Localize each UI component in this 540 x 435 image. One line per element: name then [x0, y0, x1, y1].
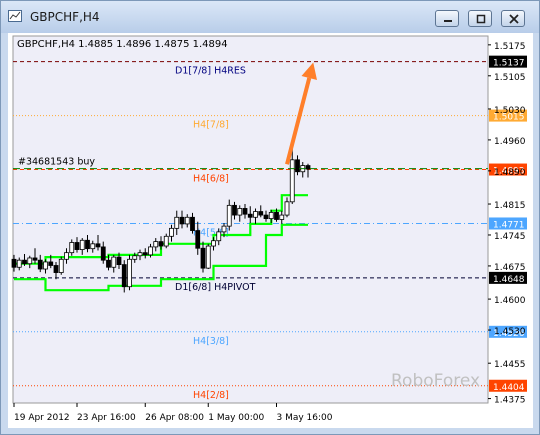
- candle-body: [247, 213, 253, 218]
- candle-body: [137, 252, 143, 257]
- candle-body: [100, 246, 106, 261]
- candle-body: [90, 243, 96, 250]
- candle-body: [111, 256, 117, 268]
- candle-body: [64, 252, 69, 260]
- candle-body: [237, 208, 243, 216]
- candle-body: [74, 242, 80, 250]
- candle-body: [158, 241, 164, 247]
- restore-button[interactable]: [468, 10, 492, 27]
- candle-body: [169, 227, 174, 237]
- x-tick-label: 23 Apr 16:00: [77, 413, 136, 423]
- candle-body: [205, 245, 211, 269]
- y-tick-label: 1.4745: [494, 232, 526, 242]
- candle-body: [184, 216, 190, 225]
- symbol-ohlc-header: GBPCHF,H4 1.4885 1.4896 1.4875 1.4894: [17, 39, 228, 50]
- candle-body: [132, 255, 138, 260]
- candle-body: [284, 201, 290, 216]
- candle-body: [190, 216, 195, 231]
- candle-body: [263, 214, 269, 220]
- level-label: H4[3/8]: [193, 336, 229, 347]
- candle-body: [121, 264, 127, 288]
- candle-body: [216, 231, 222, 242]
- candle-body: [11, 258, 17, 268]
- candle-body: [268, 212, 274, 220]
- candle-body: [53, 265, 59, 273]
- candle-body: [153, 241, 159, 248]
- close-button[interactable]: [501, 10, 525, 27]
- candle-body: [27, 257, 33, 265]
- candle-body: [22, 259, 27, 265]
- order-label: #34681543 buy: [18, 157, 95, 168]
- y-tick-label: 1.5175: [494, 42, 526, 52]
- roboforex-watermark: RoboForex: [391, 371, 480, 391]
- x-tick-label: 3 May 16:00: [277, 413, 333, 423]
- y-tick-label: 1.4375: [494, 396, 526, 406]
- y-tick-label: 1.4890: [494, 168, 526, 178]
- candle-body: [142, 252, 148, 256]
- candle-body: [200, 247, 206, 269]
- candle-body: [242, 208, 248, 215]
- candle-body: [274, 212, 279, 220]
- price-chart[interactable]: D1[7/8] H4RES1.5137H4[7/8]1.5015H4[6/8]1…: [8, 33, 533, 428]
- window-title: GBPCHF,H4: [30, 10, 100, 24]
- price-badge-label: 1.4404: [493, 383, 525, 393]
- candle-body: [106, 259, 111, 268]
- y-tick-label: 1.5030: [494, 106, 526, 116]
- candle-body: [279, 214, 285, 220]
- y-tick-label: 1.4675: [494, 263, 526, 273]
- candle-body: [48, 261, 54, 266]
- x-tick-label: 19 Apr 2012: [14, 413, 70, 423]
- candle-body: [295, 159, 300, 173]
- y-tick-label: 1.4455: [494, 360, 526, 370]
- candle-body: [232, 204, 237, 216]
- level-label: D1[6/8] H4PIVOT: [175, 282, 256, 293]
- candle-body: [148, 246, 153, 256]
- restore-icon: [476, 14, 486, 24]
- candle-body: [95, 243, 101, 248]
- minimize-button[interactable]: [435, 10, 459, 27]
- title-bar[interactable]: GBPCHF,H4: [1, 1, 539, 33]
- candle-body: [79, 239, 85, 250]
- candle-body: [85, 239, 90, 250]
- candle-body: [179, 216, 185, 225]
- y-tick-label: 1.4530: [494, 327, 526, 337]
- price-badge-label: 1.5137: [493, 59, 525, 69]
- candle-body: [127, 258, 132, 288]
- candle-body: [37, 259, 43, 270]
- chart-window-icon: [8, 10, 22, 22]
- y-tick-label: 1.4600: [494, 296, 526, 306]
- candle-body: [226, 204, 232, 227]
- close-icon: [509, 14, 519, 24]
- candle-body: [253, 211, 258, 218]
- price-badge-label: 1.4648: [493, 275, 525, 285]
- candle-body: [174, 216, 180, 229]
- candle-body: [163, 235, 169, 247]
- candle-body: [211, 240, 216, 247]
- x-tick-label: 26 Apr 08:00: [145, 413, 204, 423]
- candle-body: [16, 259, 22, 268]
- candle-body: [43, 261, 48, 270]
- level-label: D1[7/8] H4RES: [175, 66, 246, 77]
- candle-body: [195, 230, 201, 249]
- minimize-icon: [444, 20, 452, 22]
- price-badge-label: 1.4771: [493, 220, 525, 230]
- y-tick-label: 1.4815: [494, 201, 526, 211]
- y-tick-label: 1.5105: [494, 73, 526, 83]
- candle-body: [69, 242, 75, 254]
- chart-window: GBPCHF,H4 D1[7/8] H4RES 1.5137 H4[7/8] 1.50…: [0, 0, 540, 435]
- level-label: H4[2/8]: [193, 390, 229, 401]
- candle-body: [58, 258, 64, 273]
- level-label: H4[6/8]: [193, 174, 229, 185]
- candle-body: [116, 256, 122, 266]
- candle-body: [289, 159, 295, 203]
- candle-body: [221, 225, 227, 233]
- candle-body: [32, 257, 38, 261]
- candle-body: [258, 211, 264, 216]
- candle-body: [305, 165, 311, 170]
- x-tick-label: 1 May 00:00: [208, 413, 264, 423]
- y-tick-label: 1.4960: [494, 137, 526, 147]
- level-label: H4[7/8]: [193, 120, 229, 131]
